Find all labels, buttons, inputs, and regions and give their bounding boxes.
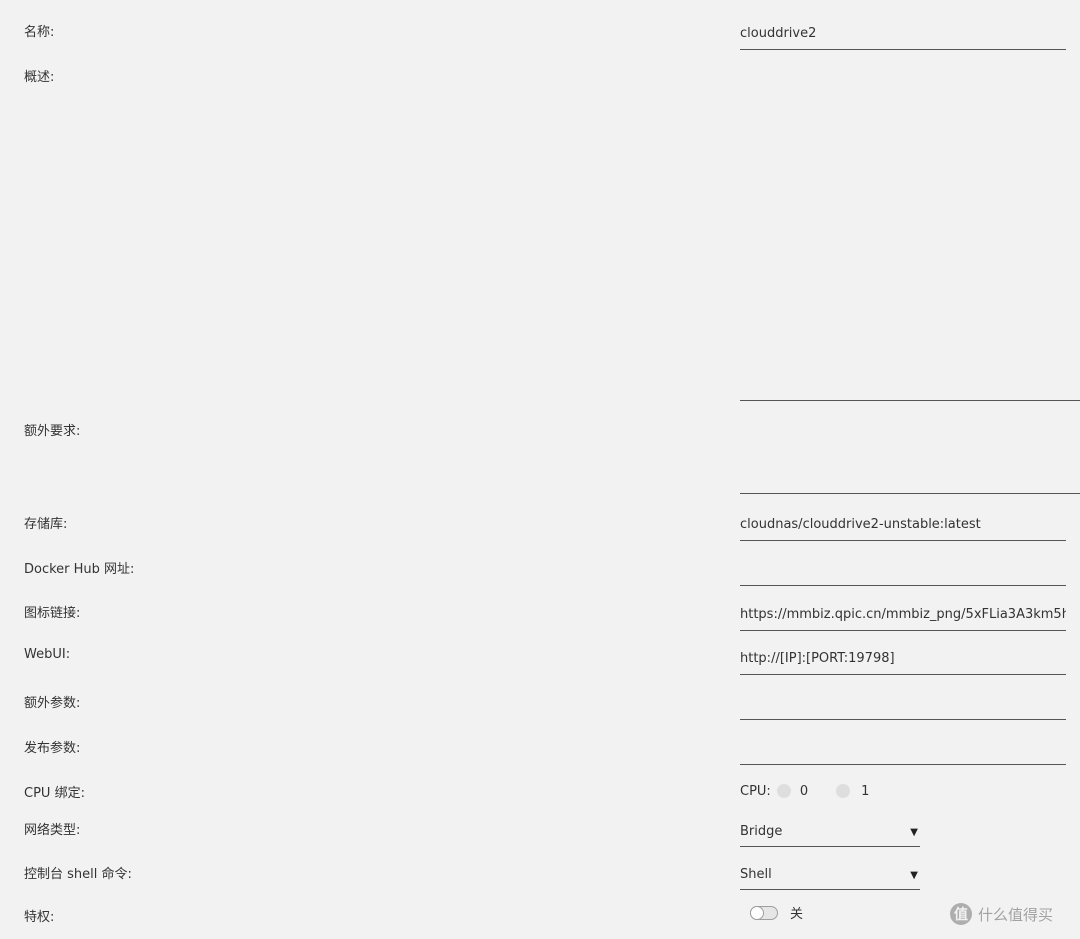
extra-requirements-textarea[interactable] (740, 420, 1080, 494)
cpu-1-checkbox[interactable] (836, 784, 851, 798)
icon-link-input[interactable]: https://mmbiz.qpic.cn/mmbiz_png/5xFLia3A… (740, 607, 1066, 631)
cpu-0-label: 0 (799, 783, 809, 799)
privileged-label: 特权: (24, 910, 55, 925)
network-type-select[interactable]: Bridge ▼ (740, 824, 920, 847)
console-shell-label: 控制台 shell 命令: (24, 867, 132, 882)
extra-requirements-label: 额外要求: (24, 424, 81, 439)
smzdm-logo-icon: 值 (950, 903, 972, 925)
network-type-value: Bridge (740, 824, 783, 839)
docker-hub-url-input[interactable] (740, 562, 1066, 586)
webui-label: WebUI: (24, 647, 71, 662)
watermark: 值 什么值得买 (950, 903, 1053, 925)
description-label: 概述: (24, 70, 55, 85)
dropdown-arrow-icon: ▼ (910, 870, 918, 881)
privileged-toggle-group: 关 (750, 903, 803, 922)
name-label: 名称: (24, 25, 55, 40)
publish-params-input[interactable] (740, 741, 1066, 765)
dropdown-arrow-icon: ▼ (910, 827, 918, 838)
extra-params-input[interactable] (740, 696, 1066, 720)
icon-link-label: 图标链接: (24, 606, 81, 621)
publish-params-label: 发布参数: (24, 741, 81, 756)
name-input[interactable]: clouddrive2 (740, 26, 1066, 50)
repository-label: 存储库: (24, 517, 68, 532)
extra-params-label: 额外参数: (24, 696, 81, 711)
privileged-state-label: 关 (790, 907, 804, 922)
toggle-knob (750, 905, 764, 920)
privileged-toggle[interactable] (750, 905, 778, 920)
network-type-label: 网络类型: (24, 823, 81, 838)
webui-input[interactable]: http://[IP]:[PORT:19798] (740, 651, 1066, 675)
console-shell-value: Shell (740, 867, 772, 882)
cpu-1-label: 1 (861, 783, 870, 799)
repository-input[interactable]: cloudnas/clouddrive2-unstable:latest (740, 517, 1066, 541)
console-shell-select[interactable]: Shell ▼ (740, 867, 920, 890)
cpu-pinning-label: CPU 绑定: (24, 786, 85, 801)
cpu-prefix-label: CPU: (740, 783, 771, 799)
cpu-0-checkbox[interactable] (776, 784, 791, 798)
watermark-text: 什么值得买 (978, 905, 1054, 924)
cpu-pinning-group: CPU: 0 1 (740, 782, 869, 800)
docker-hub-url-label: Docker Hub 网址: (24, 562, 135, 577)
container-template-form: 名称: clouddrive2 概述: 额外要求: 存储库: cloudnas/… (0, 0, 1080, 939)
description-textarea[interactable] (740, 66, 1080, 401)
